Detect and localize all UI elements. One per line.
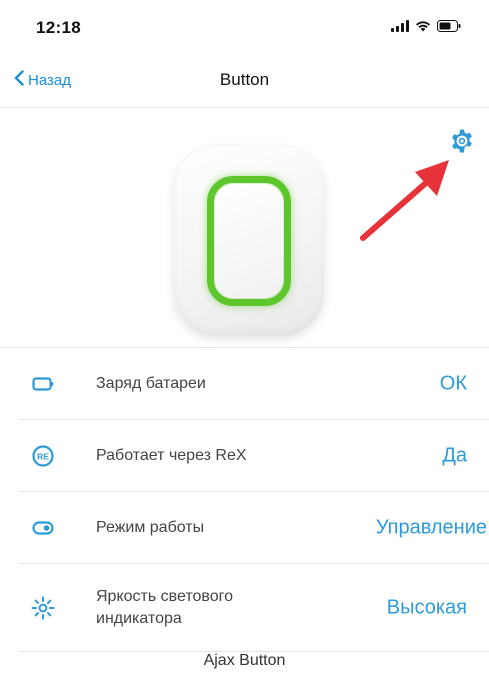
status-icons — [391, 20, 461, 32]
settings-row-value: Да — [442, 444, 467, 466]
signal-icon — [391, 20, 409, 32]
settings-row-brightness[interactable]: Яркость светового индикатора Высокая — [20, 564, 489, 652]
settings-row-battery[interactable]: Заряд батареи ОК — [20, 348, 489, 420]
status-time: 12:18 — [36, 18, 81, 37]
svg-text:RE: RE — [37, 451, 49, 461]
settings-row-value: Управление — [375, 516, 487, 538]
settings-row-value: ОК — [439, 372, 467, 394]
gear-icon[interactable] — [449, 128, 475, 154]
red-arrow-icon — [355, 152, 455, 246]
settings-row-mode[interactable]: Режим работы Управление — [20, 492, 489, 564]
settings-row-label: Работает через ReX — [96, 446, 247, 464]
battery-icon — [437, 20, 461, 32]
page-title: Button — [219, 70, 270, 89]
wifi-icon — [415, 20, 431, 32]
settings-row-rex[interactable]: RE Работает через ReX Да — [20, 420, 489, 492]
battery-outline-icon — [30, 371, 56, 397]
rex-icon: RE — [30, 443, 56, 469]
settings-row-value: Высокая — [386, 596, 467, 618]
settings-row-label: Заряд батареи — [96, 374, 206, 392]
settings-row-label: Яркость светового индикатора — [96, 587, 233, 627]
ajax-button-device-image — [174, 146, 324, 336]
navigation-bar: Назад Button — [0, 52, 489, 108]
toggle-icon — [30, 515, 56, 541]
brightness-icon — [30, 595, 56, 621]
settings-row-label: Режим работы — [96, 518, 205, 536]
settings-list: Заряд батареи ОК RE Работает через ReX Д… — [0, 348, 489, 652]
status-bar: 12:18 — [0, 0, 489, 52]
device-name-footer: Ajax Button — [203, 652, 286, 669]
